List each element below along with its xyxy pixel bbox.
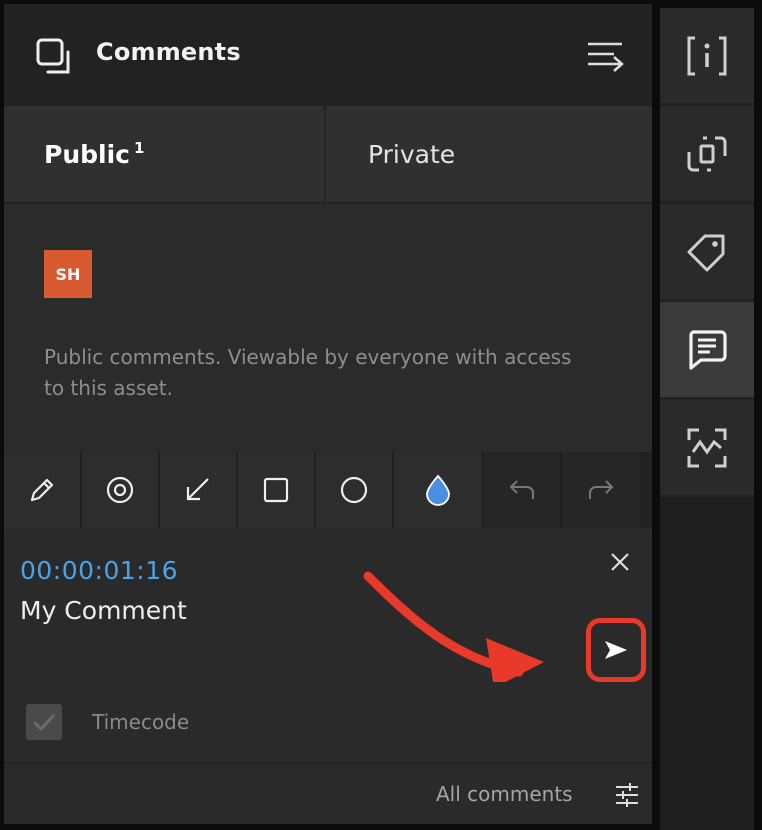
- rail-info-button[interactable]: [660, 8, 754, 103]
- undo-button[interactable]: [484, 452, 562, 528]
- tag-icon: [687, 234, 725, 271]
- comments-panel: Comments Public 1 Private SH Public comme…: [4, 4, 652, 824]
- pencil-tool-button[interactable]: [4, 452, 82, 528]
- comment-tabs: Public 1 Private: [4, 106, 652, 204]
- annotation-arrow-icon: [363, 571, 544, 682]
- right-tool-rail: [660, 8, 754, 830]
- arrow-icon: [186, 478, 209, 501]
- rail-empty-area: [660, 498, 754, 830]
- rail-tags-button[interactable]: [660, 204, 754, 299]
- comment-bubble-icon: [689, 329, 727, 370]
- info-bracket-icon: [687, 36, 727, 75]
- tab-public[interactable]: Public 1: [4, 106, 326, 202]
- close-icon[interactable]: [606, 548, 634, 576]
- comments-footer: All comments: [4, 762, 652, 824]
- color-picker-button[interactable]: [394, 452, 484, 528]
- comments-placeholder: Public comments. Viewable by everyone wi…: [44, 345, 572, 400]
- panel-header: Comments: [4, 4, 652, 106]
- circle-tool-button[interactable]: [316, 452, 394, 528]
- all-comments-filter[interactable]: All comments: [436, 782, 573, 806]
- color-drop-icon: [426, 474, 450, 506]
- rail-crop-button[interactable]: [660, 106, 754, 201]
- comment-editor: 00:00:01:16 My Comment Timecode: [4, 530, 652, 760]
- filter-settings-icon[interactable]: [614, 782, 640, 808]
- comment-timecode[interactable]: 00:00:01:16: [20, 556, 178, 585]
- comments-panel-icon: [36, 38, 70, 74]
- crop-frame-icon: [687, 136, 727, 171]
- target-tool-button[interactable]: [82, 452, 160, 528]
- circle-icon: [340, 476, 368, 504]
- checkmark-icon: [32, 713, 56, 732]
- tab-private[interactable]: Private: [326, 106, 652, 202]
- list-menu-icon[interactable]: [584, 36, 626, 76]
- send-icon: [605, 641, 627, 659]
- rectangle-tool-button[interactable]: [238, 452, 316, 528]
- target-icon: [106, 476, 134, 504]
- send-button[interactable]: [586, 618, 646, 682]
- redo-button[interactable]: [562, 452, 640, 528]
- comment-area: SH Public comments. Viewable by everyone…: [4, 204, 652, 452]
- avatar: SH: [44, 250, 92, 298]
- arrow-tool-button[interactable]: [160, 452, 238, 528]
- timecode-checkbox[interactable]: [26, 704, 62, 740]
- tab-public-count: 1: [133, 139, 145, 157]
- rail-waveform-button[interactable]: [660, 400, 754, 495]
- undo-icon: [509, 480, 534, 499]
- drawing-toolbar: [4, 452, 652, 528]
- rectangle-icon: [263, 477, 289, 503]
- timecode-label: Timecode: [92, 710, 190, 734]
- pencil-icon: [30, 478, 54, 502]
- tab-public-label: Public: [44, 139, 130, 169]
- tab-private-label: Private: [368, 139, 456, 169]
- comment-input[interactable]: My Comment: [20, 596, 187, 625]
- redo-icon: [589, 480, 614, 499]
- waveform-frame-icon: [687, 428, 727, 467]
- rail-comments-button[interactable]: [660, 302, 754, 397]
- panel-title: Comments: [96, 38, 241, 66]
